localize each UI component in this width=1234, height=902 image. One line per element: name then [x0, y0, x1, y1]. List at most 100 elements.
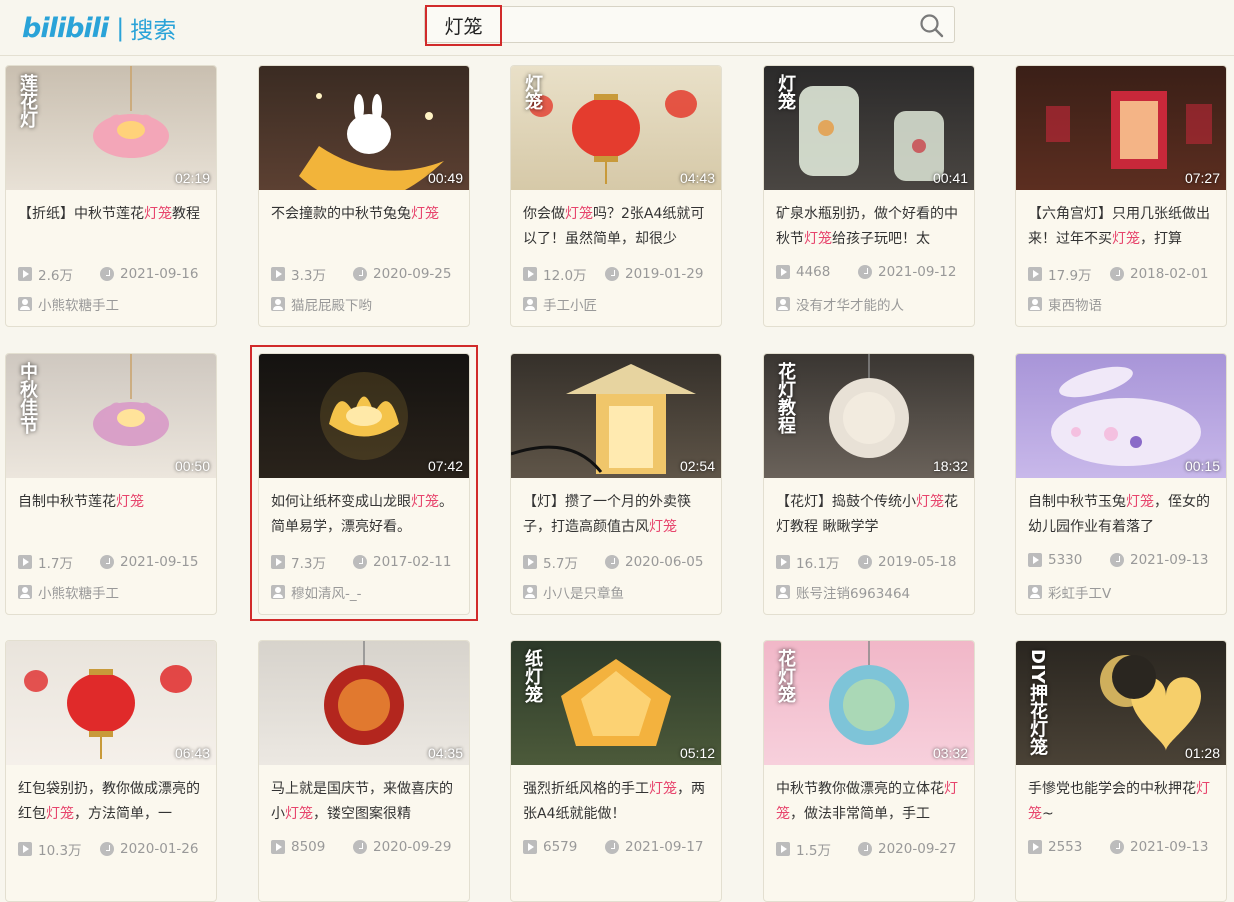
title-text: 你会做 [523, 206, 565, 222]
uploader-link[interactable]: 手工小匠 [523, 294, 597, 314]
video-duration: 00:41 [932, 170, 968, 186]
upload-date-value: 2020-09-29 [373, 839, 452, 855]
video-card[interactable]: 00:49 不会撞款的中秋节兔兔灯笼 3.3万 2020-09-25 猫屁屁殿下哟 [258, 65, 470, 327]
video-thumbnail[interactable]: 00:49 [259, 66, 469, 190]
uploader-link[interactable]: 账号注销6963464 [776, 582, 910, 602]
video-thumbnail[interactable]: 灯笼 04:43 [511, 66, 721, 190]
uploader-link[interactable]: 没有才华才能的人 [776, 294, 904, 314]
video-duration: 02:19 [174, 170, 210, 186]
view-count-value: 1.5万 [796, 843, 831, 859]
upload-date-value: 2021-09-17 [625, 839, 704, 855]
uploader-name: 猫屁屁殿下哟 [291, 298, 372, 314]
video-stats: 5330 2021-09-13 [1028, 552, 1224, 568]
upload-date: 2019-01-29 [605, 264, 703, 284]
clock-icon [353, 555, 367, 569]
upload-date-value: 2021-09-13 [1130, 839, 1209, 855]
title-keyword-highlight: 灯笼 [46, 806, 74, 822]
video-thumbnail[interactable]: 07:27 [1016, 66, 1226, 190]
title-text: 给孩子玩吧！太 [832, 231, 930, 247]
view-count: 1.5万 [776, 839, 858, 859]
view-count-value: 5.7万 [543, 556, 578, 572]
video-title[interactable]: 【灯】攒了一个月的外卖筷子，打造高颜值古风灯笼 [523, 490, 713, 540]
uploader-link[interactable]: 小熊软糖手工 [18, 582, 119, 602]
search-icon[interactable] [919, 13, 944, 38]
video-title[interactable]: 中秋节教你做漂亮的立体花灯笼，做法非常简单，手工 [776, 777, 966, 827]
title-keyword-highlight: 灯笼 [1112, 231, 1140, 247]
play-count-icon [1028, 267, 1042, 281]
video-title[interactable]: 马上就是国庆节，来做喜庆的小灯笼，镂空图案很精 [271, 777, 461, 827]
video-stats: 2553 2021-09-13 [1028, 839, 1224, 855]
upload-date: 2018-02-01 [1110, 264, 1208, 284]
video-stats: 7.3万 2017-02-11 [271, 552, 467, 572]
uploader-link[interactable]: 穆如清风-_- [271, 582, 362, 602]
video-card[interactable]: 02:54 【灯】攒了一个月的外卖筷子，打造高颜值古风灯笼 5.7万 2020-06… [510, 353, 722, 615]
search-box[interactable]: 灯笼 [424, 5, 955, 46]
video-title[interactable]: 如何让纸杯变成山龙眼灯笼。简单易学，漂亮好看。 [271, 490, 461, 540]
uploader-name: 小八是只章鱼 [543, 586, 624, 602]
video-title[interactable]: 你会做灯笼吗？2张A4纸就可以了！虽然简单，却很少 [523, 202, 713, 252]
upload-date-value: 2020-09-25 [373, 266, 452, 282]
video-duration: 02:54 [679, 458, 715, 474]
video-card[interactable]: 莲花灯 02:19 【折纸】中秋节莲花灯笼教程 2.6万 2021-09-16 小熊软糖… [5, 65, 217, 327]
upload-date-value: 2017-02-11 [373, 554, 452, 570]
video-title[interactable]: 【折纸】中秋节莲花灯笼教程 [18, 202, 208, 227]
uploader-link[interactable]: 猫屁屁殿下哟 [271, 294, 372, 314]
video-thumbnail[interactable]: 07:42 [259, 354, 469, 478]
bilibili-logo[interactable]: bilibili | 搜索 [22, 8, 176, 48]
video-card[interactable]: DIY押花灯笼 01:28 手慘党也能学会的中秋押花灯笼~ 2553 2021-09-… [1015, 640, 1227, 902]
video-thumbnail[interactable]: 02:54 [511, 354, 721, 478]
view-count-value: 7.3万 [291, 556, 326, 572]
uploader-link[interactable]: 小八是只章鱼 [523, 582, 624, 602]
thumbnail-caption: 莲花灯 [17, 74, 38, 128]
uploader-name: 穆如清风-_- [291, 586, 362, 602]
video-thumbnail[interactable]: 纸灯笼 05:12 [511, 641, 721, 765]
video-thumbnail[interactable]: 花灯教程 18:32 [764, 354, 974, 478]
video-card[interactable]: 花灯教程 18:32 【花灯】捣鼓个传统小灯笼花灯教程 瞅瞅学学 16.1万 2019… [763, 353, 975, 615]
video-title[interactable]: 红包袋别扔，教你做成漂亮的红包灯笼，方法简单，一 [18, 777, 208, 827]
video-card[interactable]: 纸灯笼 05:12 强烈折纸风格的手工灯笼，两张A4纸就能做！ 6579 2021-0… [510, 640, 722, 902]
clock-icon [858, 555, 872, 569]
video-card[interactable]: 07:42 如何让纸杯变成山龙眼灯笼。简单易学，漂亮好看。 7.3万 2017-02… [258, 353, 470, 615]
video-thumbnail[interactable]: 灯笼 00:41 [764, 66, 974, 190]
video-card[interactable]: 04:35 马上就是国庆节，来做喜庆的小灯笼，镂空图案很精 8509 2020-09… [258, 640, 470, 902]
thumbnail-caption: 中秋佳节 [17, 362, 38, 434]
video-card[interactable]: 灯笼 04:43 你会做灯笼吗？2张A4纸就可以了！虽然简单，却很少 12.0万 20… [510, 65, 722, 327]
video-title[interactable]: 【花灯】捣鼓个传统小灯笼花灯教程 瞅瞅学学 [776, 490, 966, 540]
video-card[interactable]: 07:27 【六角宫灯】只用几张纸做出来！过年不买灯笼，打算 17.9万 2018-… [1015, 65, 1227, 327]
video-title[interactable]: 不会撞款的中秋节兔兔灯笼 [271, 202, 461, 227]
video-card[interactable]: 灯笼 00:41 矿泉水瓶别扔，做个好看的中秋节灯笼给孩子玩吧！太 4468 2021… [763, 65, 975, 327]
search-input[interactable]: 灯笼 [425, 5, 502, 46]
video-thumbnail[interactable]: 06:43 [6, 641, 216, 765]
video-thumbnail[interactable]: 中秋佳节 00:50 [6, 354, 216, 478]
user-icon [271, 585, 285, 599]
title-keyword-highlight: 灯笼 [411, 206, 439, 222]
play-count-icon [18, 842, 32, 856]
video-title[interactable]: 手慘党也能学会的中秋押花灯笼~ [1028, 777, 1218, 827]
view-count-value: 8509 [291, 839, 326, 855]
video-card[interactable]: 06:43 红包袋别扔，教你做成漂亮的红包灯笼，方法简单，一 10.3万 2020-… [5, 640, 217, 902]
video-title[interactable]: 自制中秋节莲花灯笼 [18, 490, 208, 515]
video-thumbnail[interactable]: 花灯笼 03:32 [764, 641, 974, 765]
video-thumbnail[interactable]: 莲花灯 02:19 [6, 66, 216, 190]
video-title[interactable]: 【六角宫灯】只用几张纸做出来！过年不买灯笼，打算 [1028, 202, 1218, 252]
video-thumbnail[interactable]: 04:35 [259, 641, 469, 765]
video-card[interactable]: 00:15 自制中秋节玉兔灯笼，侄女的幼儿园作业有着落了 5330 2021-09-… [1015, 353, 1227, 615]
view-count: 1.7万 [18, 552, 100, 572]
clock-icon [605, 555, 619, 569]
video-card[interactable]: 中秋佳节 00:50 自制中秋节莲花灯笼 1.7万 2021-09-15 小熊软糖手工 [5, 353, 217, 615]
video-title[interactable]: 强烈折纸风格的手工灯笼，两张A4纸就能做！ [523, 777, 713, 827]
uploader-link[interactable]: 東西物语 [1028, 294, 1102, 314]
video-card[interactable]: 花灯笼 03:32 中秋节教你做漂亮的立体花灯笼，做法非常简单，手工 1.5万 202… [763, 640, 975, 902]
video-stats: 1.7万 2021-09-15 [18, 552, 214, 572]
video-stats: 16.1万 2019-05-18 [776, 552, 972, 572]
uploader-link[interactable]: 彩虹手工V [1028, 582, 1111, 602]
video-title[interactable]: 矿泉水瓶别扔，做个好看的中秋节灯笼给孩子玩吧！太 [776, 202, 966, 252]
video-stats: 8509 2020-09-29 [271, 839, 467, 855]
uploader-link[interactable]: 小熊软糖手工 [18, 294, 119, 314]
video-thumbnail[interactable]: DIY押花灯笼 01:28 [1016, 641, 1226, 765]
video-thumbnail[interactable]: 00:15 [1016, 354, 1226, 478]
upload-date: 2021-09-17 [605, 839, 703, 855]
video-title[interactable]: 自制中秋节玉兔灯笼，侄女的幼儿园作业有着落了 [1028, 490, 1218, 540]
upload-date-value: 2020-09-27 [878, 841, 957, 857]
clock-icon [1110, 267, 1124, 281]
